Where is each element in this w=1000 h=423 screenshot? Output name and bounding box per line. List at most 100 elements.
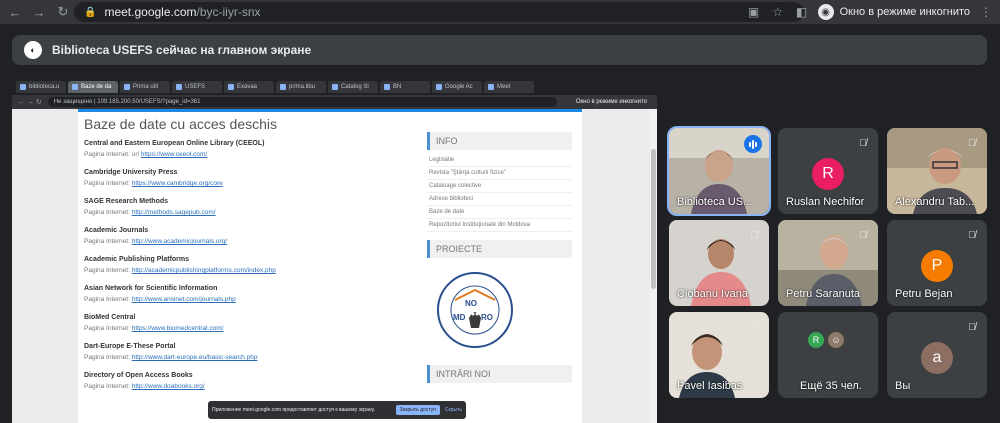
database-entry: BioMed Central Pagina Internet: https://w…	[84, 314, 414, 332]
reload-icon[interactable]: ↻	[54, 3, 72, 21]
speaking-indicator-icon	[744, 135, 762, 153]
more-participants-avatars: R ☺	[808, 332, 844, 348]
link-prefix: Pagina Internet:	[84, 325, 130, 332]
database-url-link[interactable]: http://methods.sagepub.com/	[132, 209, 216, 216]
participant-name: Pavel Iasibas	[677, 380, 743, 392]
browser-toolbar: ← → ↻ 🔒 meet.google.com /byc-iiyr-snx ▣ …	[0, 0, 1000, 24]
database-entry: Directory of Open Access Books Pagina Int…	[84, 372, 414, 390]
participant-name: Alexandru Tab...	[895, 196, 975, 208]
database-name: Academic Publishing Platforms	[84, 256, 190, 263]
address-bar[interactable]: 🔒 meet.google.com /byc-iiyr-snx	[74, 2, 804, 22]
participant-avatar: R	[812, 158, 844, 190]
link-prefix: Pagina Internet:	[84, 354, 130, 361]
shared-tab: Catalog Sl	[328, 81, 378, 93]
participant-tile[interactable]: 🎙̸ Alexandru Tab...	[887, 128, 987, 214]
shared-tabstrip: biblioteca.u Baze de da Prima util USEFS Exa…	[12, 79, 657, 95]
svg-text:RO: RO	[481, 313, 493, 322]
shared-screen[interactable]: biblioteca.u Baze de da Prima util USEFS Exa…	[12, 79, 657, 423]
sidebar-link[interactable]: Adrese biblioteci	[427, 193, 572, 206]
tab-favicon-icon	[384, 84, 390, 90]
presentation-banner: ◐ Biblioteca USEFS сейчас на главном экр…	[12, 35, 987, 65]
participant-avatar: P	[921, 250, 953, 282]
tab-label: Google Ac	[445, 84, 473, 90]
hide-notification-button[interactable]: Скрыть	[445, 407, 462, 413]
shared-tab: biblioteca.u	[16, 81, 66, 93]
incognito-indicator[interactable]: ◉ Окно в режиме инкогнито	[817, 4, 970, 20]
sidebar-link[interactable]: Revista "Ştiinţa culturii fizice"	[427, 167, 572, 180]
database-url-link[interactable]: http://www.academicjournals.org/	[132, 238, 227, 245]
menu-kebab-icon[interactable]: ⋮	[978, 5, 994, 19]
tab-label: BN	[393, 84, 402, 90]
database-link-row: Pagina Internet: http://www.academicjour…	[84, 238, 414, 245]
participant-name: Вы	[895, 380, 911, 392]
mic-muted-icon: 🎙̸	[750, 321, 758, 333]
projects-heading: PROIECTE	[427, 240, 572, 258]
incognito-label: Окно в режиме инкогнито	[839, 6, 970, 18]
tab-favicon-icon	[280, 84, 286, 90]
tab-label: Prima util	[133, 84, 159, 90]
sidebar-link[interactable]: Cataloage colective	[427, 180, 572, 193]
tab-favicon-icon	[488, 84, 494, 90]
tab-label: Meet	[497, 84, 511, 90]
back-icon[interactable]: ←	[6, 3, 24, 21]
database-entry: Dart-Europe E-These Portal Pagina Interne…	[84, 343, 414, 361]
sidebar-link[interactable]: Repozitoriul Instituţionale din Moldova	[427, 219, 572, 232]
database-name: Asian Network for Scientific Information	[84, 285, 218, 292]
database-url-link[interactable]: https://www.ceeol.com/	[141, 151, 207, 158]
shared-address-bar: ← → ↻ Не защищено | 109.185.200.50/USEFS…	[12, 95, 657, 109]
database-url-link[interactable]: https://www.cambridge.org/core	[132, 180, 223, 187]
info-heading: INFO	[427, 132, 572, 150]
database-url-link[interactable]: http://www.dart-europe.eu/basic-search.p…	[132, 354, 258, 361]
database-entry: Cambridge University Press Pagina Interne…	[84, 169, 414, 187]
forward-icon[interactable]: →	[30, 3, 48, 21]
database-link-row: Pagina Internet: http://academicpublishi…	[84, 267, 414, 274]
shared-page-scrollbar[interactable]	[650, 109, 657, 423]
tab-label: Exavaa	[237, 84, 258, 90]
database-url-link[interactable]: http://academicpublishingplatforms.com/i…	[132, 267, 276, 274]
library-page-card: Baze de date cu acces deschis Central an…	[78, 109, 582, 423]
shared-page: Baze de date cu acces deschis Central an…	[12, 109, 657, 423]
database-entry: Academic Publishing Platforms Pagina Inte…	[84, 256, 414, 274]
link-prefix: Pagina Internet:	[84, 383, 130, 390]
camera-blocked-icon[interactable]: ▣	[746, 5, 762, 19]
participant-tile[interactable]: 🎙̸ Petru Saranuta	[778, 220, 878, 306]
mic-muted-icon: 🎙̸	[859, 229, 867, 241]
participant-tile[interactable]: P 🎙̸ Petru Bejan	[887, 220, 987, 306]
bookmark-star-icon[interactable]: ☆	[770, 5, 786, 19]
tab-favicon-icon	[124, 84, 130, 90]
database-link-row: Pagina Internet: http://www.ansinet.com/…	[84, 296, 414, 303]
tab-label: Catalog Sl	[341, 84, 369, 90]
database-link-row: Pagina Internet: https://www.cambridge.o…	[84, 180, 414, 187]
link-prefix: Pagina Internet:	[84, 238, 130, 245]
stop-sharing-button[interactable]: Закрыть доступ	[395, 405, 440, 415]
database-name: Academic Journals	[84, 227, 149, 234]
side-panel-icon[interactable]: ◧	[794, 5, 810, 19]
participant-tile[interactable]: 🎙̸ Pavel Iasibas	[669, 312, 769, 398]
participant-avatar: a	[921, 342, 953, 374]
mic-muted-icon: 🎙̸	[750, 229, 758, 241]
more-participants-tile[interactable]: R ☺ Ещё 35 чел.	[778, 312, 878, 398]
screen-share-notification: Приложение meet.google.com предоставляет…	[208, 401, 466, 419]
database-name: Cambridge University Press	[84, 169, 178, 176]
database-url-link[interactable]: https://www.biomedcentral.com/	[132, 325, 224, 332]
tab-favicon-icon	[72, 84, 78, 90]
svg-text:NO: NO	[465, 299, 477, 308]
sidebar-link[interactable]: Baze de date	[427, 206, 572, 219]
participant-name: Petru Bejan	[895, 288, 953, 300]
shared-tab: prima.libu	[276, 81, 326, 93]
sidebar-link[interactable]: Legislatie	[427, 154, 572, 167]
link-prefix: Pagina Internet:	[84, 209, 130, 216]
participant-tile-presenter[interactable]: Biblioteca US...	[667, 126, 771, 216]
participant-tile[interactable]: R 🎙̸ Ruslan Nechifor	[778, 128, 878, 214]
shared-tab: Prima util	[120, 81, 170, 93]
database-entry: Asian Network for Scientific Information…	[84, 285, 414, 303]
database-link-row: Pagina Internet: http://methods.sagepub.…	[84, 209, 414, 216]
database-url-link[interactable]: http://www.doabooks.org/	[132, 383, 205, 390]
participant-name: Ciobanu Ivana	[677, 288, 748, 300]
database-url-link[interactable]: http://www.ansinet.com/journals.php	[132, 296, 236, 303]
database-link-row: Pagina Internet: http://www.doabooks.org…	[84, 383, 414, 390]
mini-avatar-photo: ☺	[828, 332, 844, 348]
sidebar: INFO Legislatie Revista "Ştiinţa culturii…	[427, 132, 572, 387]
participant-tile[interactable]: 🎙̸ Ciobanu Ivana	[669, 220, 769, 306]
participant-tile-self[interactable]: a 🎙̸ Вы	[887, 312, 987, 398]
